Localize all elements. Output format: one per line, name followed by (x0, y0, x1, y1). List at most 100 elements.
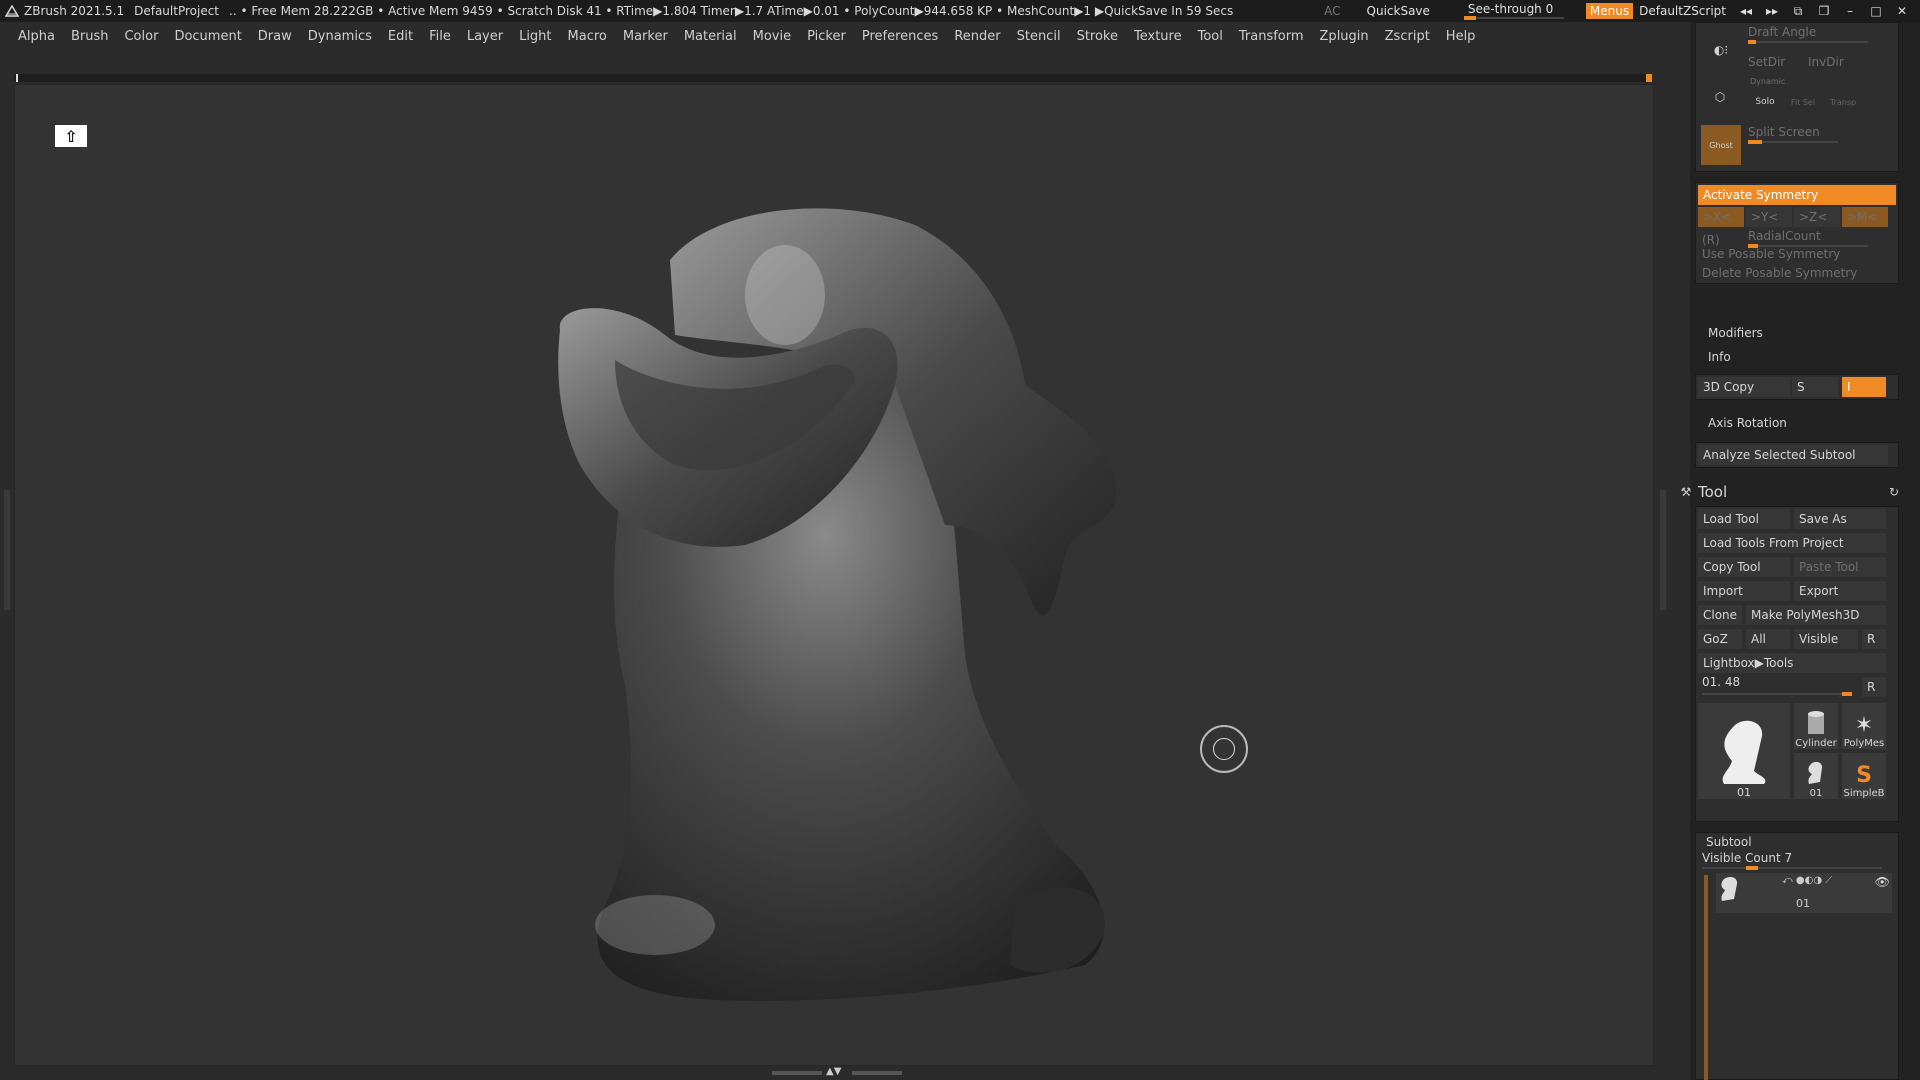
export-button[interactable]: Export (1794, 581, 1886, 601)
close-icon[interactable]: ✕ (1894, 4, 1910, 19)
axis-rotation-header[interactable]: Axis Rotation (1708, 416, 1787, 430)
sym-m-button[interactable]: >M< (1842, 207, 1888, 227)
menu-tool[interactable]: Tool (1198, 29, 1223, 44)
subtool-toggles[interactable]: ⤺ ●◐◑ ⟋ (1782, 875, 1832, 886)
quicksave-button[interactable]: QuickSave (1367, 4, 1430, 18)
lightbox-tools-button[interactable]: Lightbox▶Tools (1698, 653, 1886, 673)
forward-icon[interactable]: ▸▸ (1764, 4, 1780, 19)
activate-symmetry-button[interactable]: Activate Symmetry (1698, 185, 1896, 205)
goz-all-button[interactable]: All (1746, 629, 1790, 649)
menus-toggle[interactable]: Menus (1585, 3, 1634, 19)
rewind-icon[interactable]: ◂◂ (1738, 4, 1754, 19)
setdir-button[interactable]: SetDir (1748, 55, 1785, 69)
menu-light[interactable]: Light (519, 29, 551, 44)
copy-tool-button[interactable]: Copy Tool (1698, 557, 1790, 577)
minimize-icon[interactable]: – (1842, 4, 1858, 19)
tool-palette-title[interactable]: Tool (1698, 483, 1727, 501)
subtool-item[interactable]: ⤺ ●◐◑ ⟋ 👁 01 (1716, 873, 1892, 913)
menu-alpha[interactable]: Alpha (18, 29, 55, 44)
tool-thumb-simplebrush[interactable]: S SimpleB (1842, 753, 1886, 799)
menu-zscript[interactable]: Zscript (1385, 29, 1430, 44)
load-tool-button[interactable]: Load Tool (1698, 509, 1790, 529)
tray-icon[interactable]: ⧉ (1790, 4, 1806, 19)
invdir-button[interactable]: InvDir (1808, 55, 1844, 69)
bottom-tray-handle[interactable]: ▲▼ (772, 1066, 902, 1077)
refresh-icon[interactable]: ↻ (1886, 484, 1902, 500)
tool-thumb-cylinder[interactable]: Cylinder (1794, 703, 1838, 749)
menu-render[interactable]: Render (954, 29, 1000, 44)
copy-s-button[interactable]: S (1792, 377, 1838, 397)
document-canvas[interactable]: ⇧ (14, 84, 1654, 1066)
load-tools-from-project-button[interactable]: Load Tools From Project (1698, 533, 1886, 553)
menu-stencil[interactable]: Stencil (1017, 29, 1061, 44)
analyze-subtool-button[interactable]: Analyze Selected Subtool (1698, 445, 1888, 465)
menu-texture[interactable]: Texture (1134, 29, 1182, 44)
menu-color[interactable]: Color (124, 29, 158, 44)
save-as-button[interactable]: Save As (1794, 509, 1886, 529)
contrast-icon[interactable]: ◐⁝ (1704, 33, 1738, 67)
sym-x-button[interactable]: >X< (1698, 207, 1744, 227)
use-posable-symmetry-button[interactable]: Use Posable Symmetry (1702, 247, 1840, 261)
tool-slider-label: 01. 48 (1702, 675, 1741, 689)
menu-layer[interactable]: Layer (467, 29, 503, 44)
ghost-button[interactable]: Ghost (1701, 125, 1741, 165)
visible-count-slider[interactable] (1702, 866, 1882, 870)
menu-marker[interactable]: Marker (623, 29, 668, 44)
modifiers-header[interactable]: Modifiers (1708, 326, 1763, 340)
3d-copy-button[interactable]: 3D Copy (1698, 377, 1790, 397)
sym-y-button[interactable]: >Y< (1746, 207, 1792, 227)
subtool-header[interactable]: Subtool (1706, 835, 1752, 849)
info-header[interactable]: Info (1708, 350, 1731, 364)
import-button[interactable]: Import (1698, 581, 1790, 601)
tool-thumb-01[interactable]: 01 (1794, 753, 1838, 799)
chevron-up-icon: ▲▼ (826, 1066, 842, 1077)
paste-tool-button[interactable]: Paste Tool (1794, 557, 1886, 577)
sym-z-button[interactable]: >Z< (1794, 207, 1840, 227)
cube-icon[interactable]: ⬡ (1708, 85, 1732, 109)
tool-slider[interactable] (1702, 692, 1852, 696)
menu-macro[interactable]: Macro (568, 29, 607, 44)
subtool-scrollbar[interactable] (1704, 875, 1708, 1080)
menu-preferences[interactable]: Preferences (862, 29, 938, 44)
goz-visible-button[interactable]: Visible (1794, 629, 1858, 649)
menu-document[interactable]: Document (174, 29, 241, 44)
restore-icon[interactable]: ❐ (1816, 4, 1832, 19)
tool-thumb-current[interactable]: 01 (1698, 703, 1790, 799)
maximize-icon[interactable]: □ (1868, 4, 1884, 19)
transp-button[interactable]: Transp (1828, 87, 1858, 117)
menu-file[interactable]: File (429, 29, 451, 44)
menu-movie[interactable]: Movie (753, 29, 791, 44)
clone-button[interactable]: Clone (1698, 605, 1742, 625)
menu-edit[interactable]: Edit (388, 29, 413, 44)
delete-posable-symmetry-button[interactable]: Delete Posable Symmetry (1702, 266, 1857, 280)
right-tray-handle[interactable] (1660, 490, 1666, 610)
sym-r-button[interactable]: (R) (1702, 233, 1720, 247)
eye-icon[interactable]: 👁 (1875, 875, 1890, 889)
split-screen-button[interactable]: Split Screen (1748, 125, 1820, 139)
analyze-box: Analyze Selected Subtool (1695, 442, 1899, 468)
menu-brush[interactable]: Brush (71, 29, 109, 44)
menu-stroke[interactable]: Stroke (1077, 29, 1118, 44)
solo-button[interactable]: Solo (1750, 87, 1780, 117)
ac-label[interactable]: AC (1324, 4, 1340, 18)
menu-picker[interactable]: Picker (807, 29, 846, 44)
menu-material[interactable]: Material (684, 29, 737, 44)
copy-i-field[interactable]: I (1842, 377, 1886, 397)
menu-dynamics[interactable]: Dynamics (308, 29, 372, 44)
timeline-bar[interactable] (14, 74, 1652, 82)
goz-r-button[interactable]: R (1862, 629, 1886, 649)
menu-draw[interactable]: Draw (258, 29, 292, 44)
default-zscript-button[interactable]: DefaultZScript (1639, 4, 1726, 18)
menu-help[interactable]: Help (1446, 29, 1476, 44)
timeline-end-marker[interactable] (1646, 74, 1652, 82)
menu-transform[interactable]: Transform (1239, 29, 1304, 44)
left-tray-handle[interactable] (4, 490, 10, 610)
tool-thumb-polymesh[interactable]: ✶ PolyMes (1842, 703, 1886, 749)
tool-slider-r-button[interactable]: R (1862, 677, 1886, 697)
goz-button[interactable]: GoZ (1698, 629, 1742, 649)
draw-settings-box: ◐⁝ Draft Angle SetDir InvDir ⬡ Dynamic S… (1695, 22, 1899, 172)
menu-zplugin[interactable]: Zplugin (1320, 29, 1369, 44)
make-polymesh3d-button[interactable]: Make PolyMesh3D (1746, 605, 1886, 625)
see-through-slider[interactable]: See-through 0 (1460, 0, 1570, 22)
fit-sel-button[interactable]: Fit Sel (1788, 87, 1818, 117)
